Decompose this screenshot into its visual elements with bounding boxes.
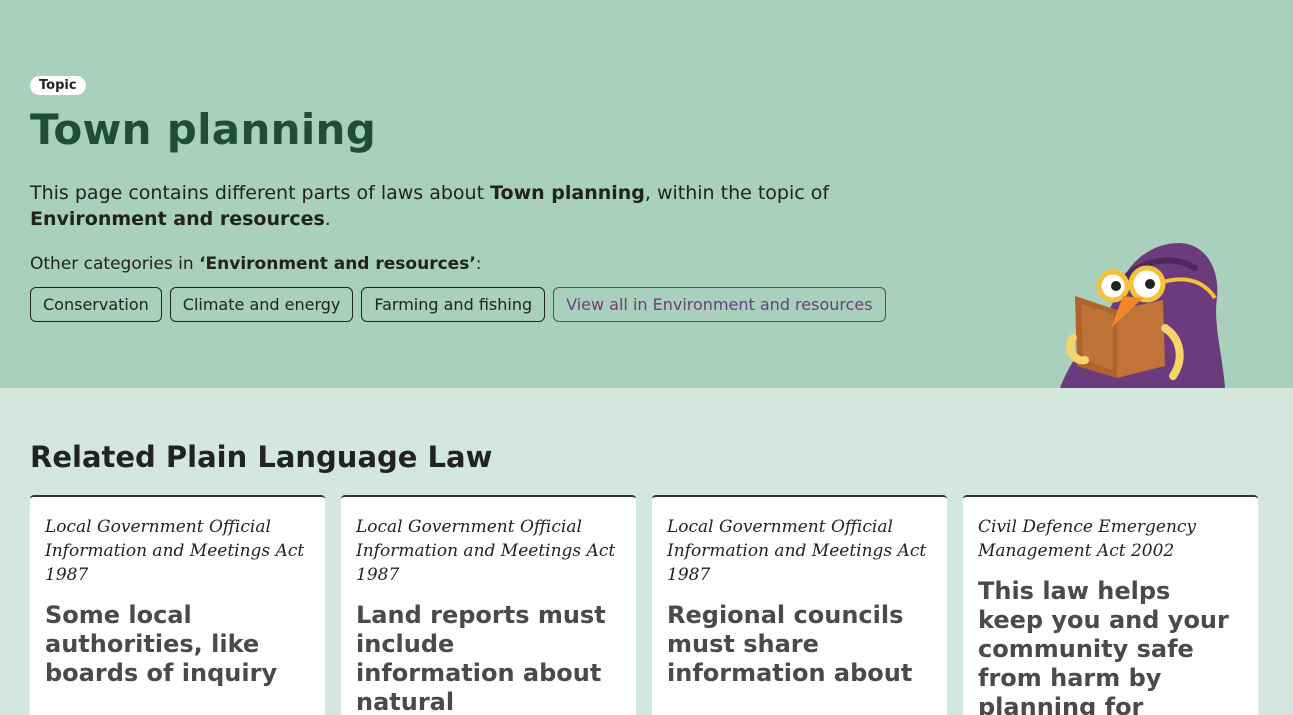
card-headline: This law helps keep you and your communi…	[978, 577, 1229, 715]
card-headline: Land reports must include information ab…	[356, 601, 606, 715]
related-card[interactable]: Civil Defence Emergency Management Act 2…	[963, 495, 1258, 715]
card-headline: Regional councils must share information…	[667, 601, 913, 687]
other-prefix: Other categories in	[30, 254, 200, 274]
other-suffix: :	[475, 254, 482, 274]
other-categories-label: Other categories in ‘Environment and res…	[30, 254, 930, 274]
chip-climate-and-energy[interactable]: Climate and energy	[169, 287, 354, 322]
other-parent: ‘Environment and resources’	[199, 254, 476, 274]
intro-middle: , within the topic of	[644, 182, 830, 204]
card-act-title: Local Government Official Information an…	[45, 517, 305, 585]
chip-conservation[interactable]: Conservation	[30, 287, 162, 322]
intro-topic: Town planning	[490, 182, 645, 204]
intro-parent: Environment and resources	[30, 208, 325, 230]
category-chips: Conservation Climate and energy Farming …	[30, 287, 930, 322]
related-cards: Local Government Official Information an…	[30, 495, 1258, 715]
card-act-title: Local Government Official Information an…	[356, 517, 616, 585]
topic-hero: Topic Town planning This page contains d…	[0, 0, 1293, 388]
intro-prefix: This page contains different parts of la…	[30, 182, 491, 204]
card-act-title: Civil Defence Emergency Management Act 2…	[978, 517, 1197, 561]
related-card[interactable]: Local Government Official Information an…	[30, 495, 325, 715]
intro-suffix: .	[324, 208, 331, 230]
topic-badge: Topic	[30, 76, 86, 95]
page-title: Town planning	[30, 105, 377, 154]
chip-farming-and-fishing[interactable]: Farming and fishing	[361, 287, 546, 322]
intro-text: This page contains different parts of la…	[30, 180, 890, 232]
related-section: Related Plain Language Law	[30, 440, 1270, 474]
reading-bird-illustration	[1060, 243, 1225, 388]
card-act-title: Local Government Official Information an…	[667, 517, 927, 585]
hero-content: Topic Town planning This page contains d…	[30, 74, 930, 322]
related-card[interactable]: Local Government Official Information an…	[341, 495, 636, 715]
card-headline: Some local authorities, like boards of i…	[45, 601, 278, 687]
related-card[interactable]: Local Government Official Information an…	[652, 495, 947, 715]
related-heading: Related Plain Language Law	[30, 440, 493, 474]
view-all-link[interactable]: View all in Environment and resources	[553, 287, 886, 322]
